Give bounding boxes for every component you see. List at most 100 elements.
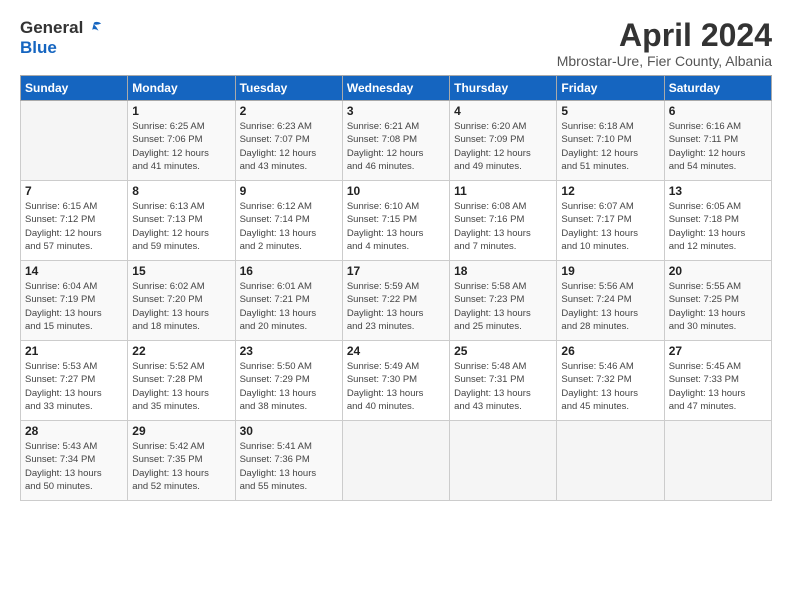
page: General Blue April 2024 Mbrostar-Ure, Fi… xyxy=(0,0,792,612)
day-cell: 18 Sunrise: 5:58 AM Sunset: 7:23 PM Dayli… xyxy=(450,261,557,341)
day-cell: 9 Sunrise: 6:12 AM Sunset: 7:14 PM Daylig… xyxy=(235,181,342,261)
day-number: 1 xyxy=(132,104,230,118)
day-number: 2 xyxy=(240,104,338,118)
calendar-header: SundayMondayTuesdayWednesdayThursdayFrid… xyxy=(21,76,772,101)
day-number: 14 xyxy=(25,264,123,278)
day-number: 28 xyxy=(25,424,123,438)
day-cell: 15 Sunrise: 6:02 AM Sunset: 7:20 PM Dayli… xyxy=(128,261,235,341)
day-cell: 3 Sunrise: 6:21 AM Sunset: 7:08 PM Daylig… xyxy=(342,101,449,181)
day-info: Sunrise: 6:02 AM Sunset: 7:20 PM Dayligh… xyxy=(132,281,209,332)
week-row-2: 7 Sunrise: 6:15 AM Sunset: 7:12 PM Daylig… xyxy=(21,181,772,261)
day-number: 23 xyxy=(240,344,338,358)
day-number: 18 xyxy=(454,264,552,278)
day-cell: 25Sunrise: 5:48 AM Sunset: 7:31 PM Dayli… xyxy=(450,341,557,421)
logo-blue-text: Blue xyxy=(20,38,57,58)
day-number: 30 xyxy=(240,424,338,438)
day-cell: 12Sunrise: 6:07 AM Sunset: 7:17 PM Dayli… xyxy=(557,181,664,261)
day-info: Sunrise: 6:13 AM Sunset: 7:13 PM Dayligh… xyxy=(132,201,209,252)
day-number: 3 xyxy=(347,104,445,118)
day-cell: 2 Sunrise: 6:23 AM Sunset: 7:07 PM Daylig… xyxy=(235,101,342,181)
day-cell xyxy=(664,421,771,501)
day-cell xyxy=(450,421,557,501)
month-title: April 2024 xyxy=(557,18,772,53)
day-info: Sunrise: 6:20 AM Sunset: 7:09 PM Dayligh… xyxy=(454,121,531,172)
day-info: Sunrise: 5:59 AM Sunset: 7:22 PM Dayligh… xyxy=(347,281,424,332)
day-number: 17 xyxy=(347,264,445,278)
location-text: Mbrostar-Ure, Fier County, Albania xyxy=(557,53,772,69)
day-info: Sunrise: 6:25 AM Sunset: 7:06 PM Dayligh… xyxy=(132,121,209,172)
day-info: Sunrise: 5:56 AM Sunset: 7:24 PM Dayligh… xyxy=(561,281,638,332)
day-number: 20 xyxy=(669,264,767,278)
day-number: 15 xyxy=(132,264,230,278)
day-info: Sunrise: 5:53 AM Sunset: 7:27 PM Dayligh… xyxy=(25,361,102,412)
day-info: Sunrise: 5:58 AM Sunset: 7:23 PM Dayligh… xyxy=(454,281,531,332)
weekday-header-friday: Friday xyxy=(557,76,664,101)
day-info: Sunrise: 6:23 AM Sunset: 7:07 PM Dayligh… xyxy=(240,121,317,172)
day-number: 13 xyxy=(669,184,767,198)
day-cell xyxy=(21,101,128,181)
day-cell: 20 Sunrise: 5:55 AM Sunset: 7:25 PM Dayli… xyxy=(664,261,771,341)
day-info: Sunrise: 5:43 AM Sunset: 7:34 PM Dayligh… xyxy=(25,441,102,492)
calendar-body: 1 Sunrise: 6:25 AM Sunset: 7:06 PM Daylig… xyxy=(21,101,772,501)
logo-general-text: General xyxy=(20,18,83,38)
day-cell: 6Sunrise: 6:16 AM Sunset: 7:11 PM Daylig… xyxy=(664,101,771,181)
day-number: 5 xyxy=(561,104,659,118)
day-number: 9 xyxy=(240,184,338,198)
day-info: Sunrise: 5:41 AM Sunset: 7:36 PM Dayligh… xyxy=(240,441,317,492)
day-cell: 23 Sunrise: 5:50 AM Sunset: 7:29 PM Dayli… xyxy=(235,341,342,421)
day-cell: 21 Sunrise: 5:53 AM Sunset: 7:27 PM Dayli… xyxy=(21,341,128,421)
day-number: 4 xyxy=(454,104,552,118)
week-row-4: 21 Sunrise: 5:53 AM Sunset: 7:27 PM Dayli… xyxy=(21,341,772,421)
weekday-row: SundayMondayTuesdayWednesdayThursdayFrid… xyxy=(21,76,772,101)
day-number: 7 xyxy=(25,184,123,198)
weekday-header-thursday: Thursday xyxy=(450,76,557,101)
day-number: 11 xyxy=(454,184,552,198)
logo-bird-icon xyxy=(85,19,103,37)
calendar-table: SundayMondayTuesdayWednesdayThursdayFrid… xyxy=(20,75,772,501)
week-row-1: 1 Sunrise: 6:25 AM Sunset: 7:06 PM Daylig… xyxy=(21,101,772,181)
day-number: 24 xyxy=(347,344,445,358)
logo: General Blue xyxy=(20,18,103,58)
day-info: Sunrise: 6:16 AM Sunset: 7:11 PM Dayligh… xyxy=(669,121,746,172)
weekday-header-tuesday: Tuesday xyxy=(235,76,342,101)
day-number: 19 xyxy=(561,264,659,278)
weekday-header-wednesday: Wednesday xyxy=(342,76,449,101)
weekday-header-monday: Monday xyxy=(128,76,235,101)
day-info: Sunrise: 6:21 AM Sunset: 7:08 PM Dayligh… xyxy=(347,121,424,172)
day-info: Sunrise: 6:15 AM Sunset: 7:12 PM Dayligh… xyxy=(25,201,102,252)
day-number: 26 xyxy=(561,344,659,358)
day-cell: 28 Sunrise: 5:43 AM Sunset: 7:34 PM Dayli… xyxy=(21,421,128,501)
day-cell: 14 Sunrise: 6:04 AM Sunset: 7:19 PM Dayli… xyxy=(21,261,128,341)
day-cell: 11 Sunrise: 6:08 AM Sunset: 7:16 PM Dayli… xyxy=(450,181,557,261)
day-cell: 13Sunrise: 6:05 AM Sunset: 7:18 PM Dayli… xyxy=(664,181,771,261)
day-info: Sunrise: 5:49 AM Sunset: 7:30 PM Dayligh… xyxy=(347,361,424,412)
day-info: Sunrise: 5:48 AM Sunset: 7:31 PM Dayligh… xyxy=(454,361,531,412)
header: General Blue April 2024 Mbrostar-Ure, Fi… xyxy=(20,18,772,69)
day-number: 29 xyxy=(132,424,230,438)
weekday-header-sunday: Sunday xyxy=(21,76,128,101)
day-info: Sunrise: 5:42 AM Sunset: 7:35 PM Dayligh… xyxy=(132,441,209,492)
day-cell: 24 Sunrise: 5:49 AM Sunset: 7:30 PM Dayli… xyxy=(342,341,449,421)
week-row-3: 14 Sunrise: 6:04 AM Sunset: 7:19 PM Dayli… xyxy=(21,261,772,341)
day-cell xyxy=(342,421,449,501)
day-number: 10 xyxy=(347,184,445,198)
day-cell: 26 Sunrise: 5:46 AM Sunset: 7:32 PM Dayli… xyxy=(557,341,664,421)
day-info: Sunrise: 5:50 AM Sunset: 7:29 PM Dayligh… xyxy=(240,361,317,412)
day-info: Sunrise: 6:04 AM Sunset: 7:19 PM Dayligh… xyxy=(25,281,102,332)
day-info: Sunrise: 6:01 AM Sunset: 7:21 PM Dayligh… xyxy=(240,281,317,332)
day-info: Sunrise: 5:55 AM Sunset: 7:25 PM Dayligh… xyxy=(669,281,746,332)
day-cell: 1 Sunrise: 6:25 AM Sunset: 7:06 PM Daylig… xyxy=(128,101,235,181)
day-number: 16 xyxy=(240,264,338,278)
day-info: Sunrise: 6:10 AM Sunset: 7:15 PM Dayligh… xyxy=(347,201,424,252)
day-info: Sunrise: 5:46 AM Sunset: 7:32 PM Dayligh… xyxy=(561,361,638,412)
day-number: 12 xyxy=(561,184,659,198)
week-row-5: 28 Sunrise: 5:43 AM Sunset: 7:34 PM Dayli… xyxy=(21,421,772,501)
day-info: Sunrise: 6:08 AM Sunset: 7:16 PM Dayligh… xyxy=(454,201,531,252)
title-block: April 2024 Mbrostar-Ure, Fier County, Al… xyxy=(557,18,772,69)
day-info: Sunrise: 6:12 AM Sunset: 7:14 PM Dayligh… xyxy=(240,201,317,252)
day-number: 8 xyxy=(132,184,230,198)
day-info: Sunrise: 5:52 AM Sunset: 7:28 PM Dayligh… xyxy=(132,361,209,412)
day-number: 21 xyxy=(25,344,123,358)
day-cell: 4 Sunrise: 6:20 AM Sunset: 7:09 PM Daylig… xyxy=(450,101,557,181)
day-cell: 7 Sunrise: 6:15 AM Sunset: 7:12 PM Daylig… xyxy=(21,181,128,261)
